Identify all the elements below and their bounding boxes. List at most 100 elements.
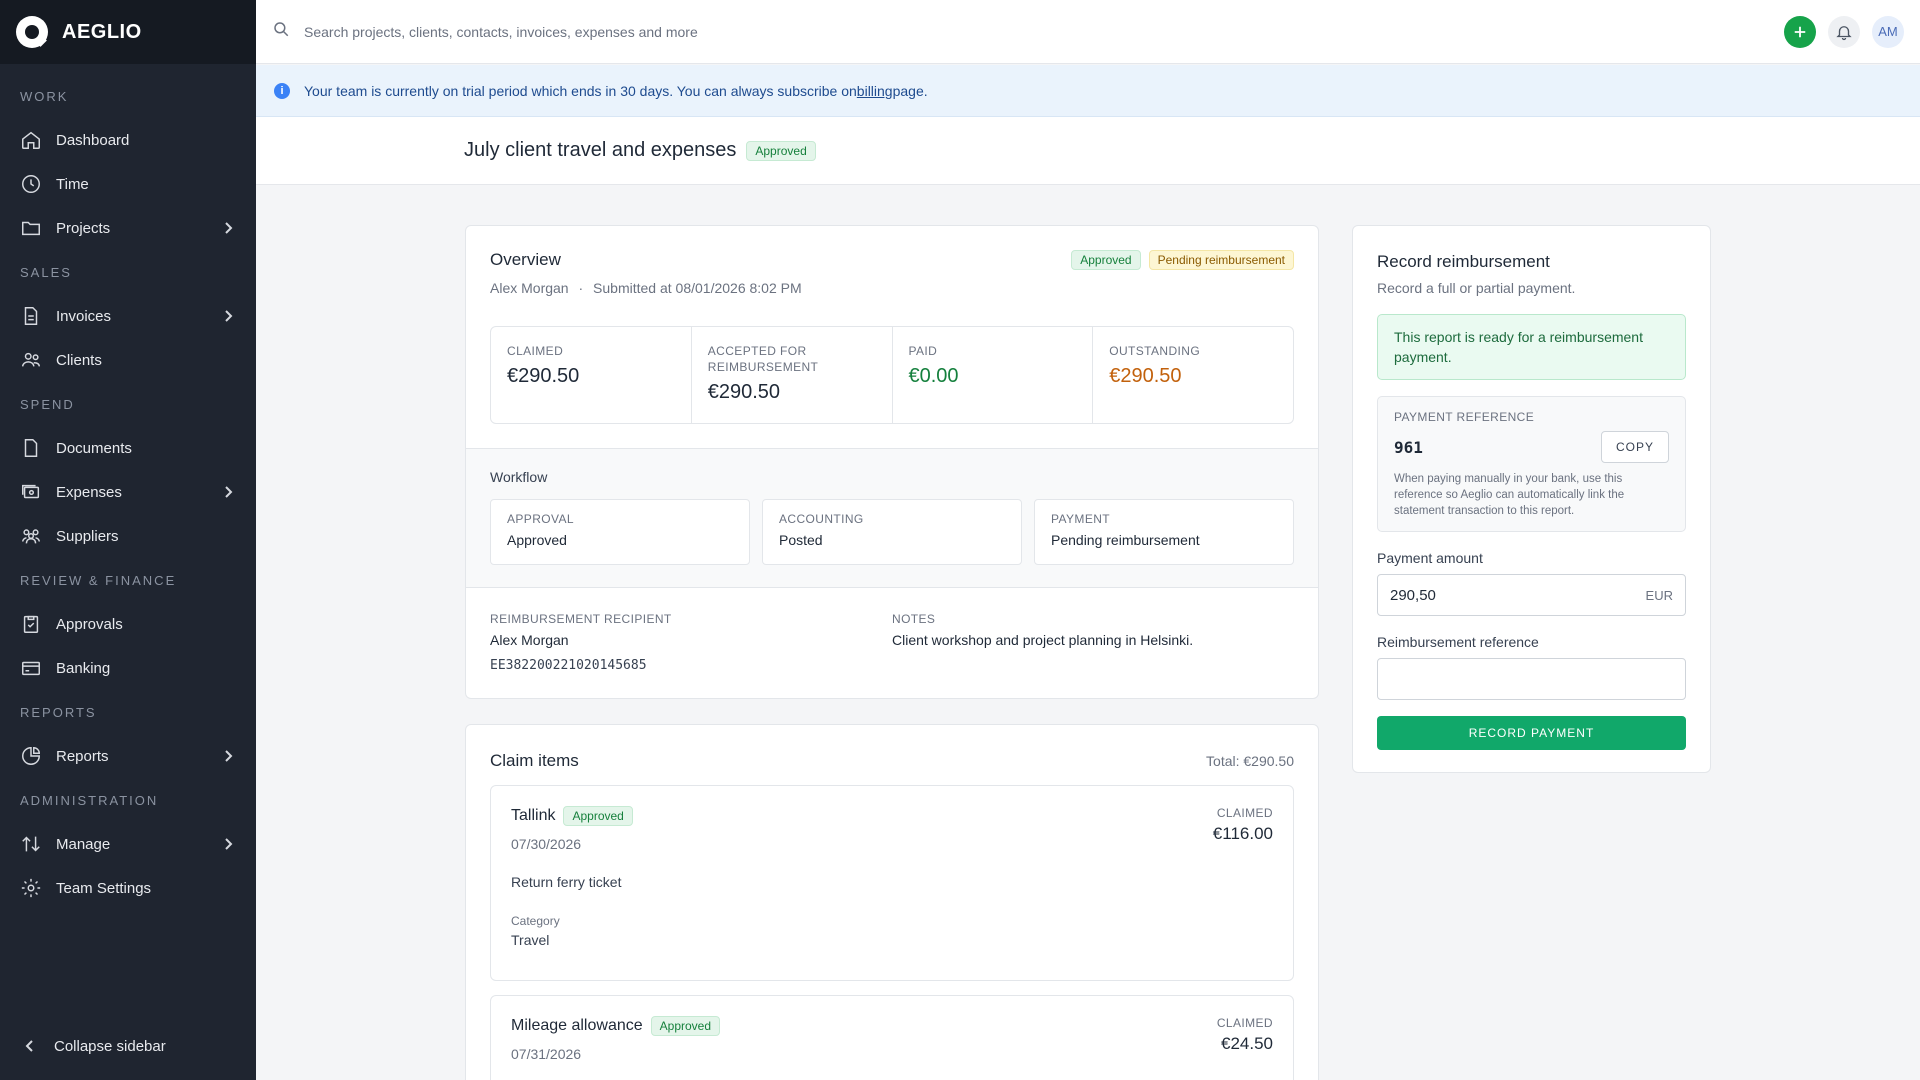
payment-reference-note: When paying manually in your bank, use t… <box>1394 473 1625 517</box>
workflow-step-value: Approved <box>507 532 567 548</box>
claim-date: 07/30/2026 <box>511 836 582 852</box>
top-actions: AM <box>1784 15 1904 48</box>
claim-items-card: Claim items Total: €290.50 Tallink Appro… <box>465 724 1319 1080</box>
stat-paid: Paid €0.00 <box>893 327 1094 423</box>
avatar[interactable]: AM <box>1872 15 1904 48</box>
arrows-icon <box>20 833 42 855</box>
claim-amount-label: CLAIMED <box>1216 806 1273 820</box>
sidebar-item-team-settings[interactable]: Team Settings <box>0 866 256 910</box>
sidebar-item-projects[interactable]: Projects <box>0 206 256 250</box>
billing-link[interactable]: billing <box>857 83 893 99</box>
stat-label: Paid <box>908 344 938 358</box>
notifications-button[interactable] <box>1828 15 1860 48</box>
trial-banner: i Your team is currently on trial period… <box>256 65 1920 117</box>
stat-claimed: Claimed €290.50 <box>491 327 692 423</box>
status-badge: Approved <box>746 140 816 161</box>
brand[interactable]: AEGLIO <box>0 0 256 64</box>
claim-status-badge: Approved <box>650 1016 721 1036</box>
recipient-iban: EE382200221020145685 <box>490 658 647 673</box>
sidebar-item-label: Invoices <box>56 307 112 325</box>
payment-reference-box: PAYMENT REFERENCE 961 COPY When paying m… <box>1377 396 1686 532</box>
overview-subline: Alex Morgan · Submitted at 08/01/2026 8:… <box>490 280 1294 296</box>
sidebar-item-clients[interactable]: Clients <box>0 338 256 382</box>
claims-title: Claim items <box>490 751 579 770</box>
collapse-sidebar-button[interactable]: Collapse sidebar <box>0 1024 256 1068</box>
stat-outstanding: Outstanding €290.50 <box>1093 327 1293 423</box>
claim-description: Return ferry ticket <box>511 874 622 890</box>
folder-icon <box>20 217 42 239</box>
claims-total: Total: €290.50 <box>1206 753 1294 769</box>
chevron-right-icon <box>220 836 236 852</box>
claim-category-label: Category <box>511 914 560 928</box>
sidebar-item-expenses[interactable]: Expenses <box>0 470 256 514</box>
chevron-right-icon <box>220 484 236 500</box>
nav-section-review: REVIEW & FINANCE <box>20 572 177 588</box>
workflow-title: Workflow <box>490 469 548 485</box>
copy-button[interactable]: COPY <box>1600 431 1669 463</box>
claim-name-row: Tallink Approved <box>511 806 1273 826</box>
sidebar-item-label: Documents <box>56 439 132 457</box>
home-icon <box>20 129 42 151</box>
notes-label: NOTES <box>892 612 936 626</box>
claim-amount-value: €24.50 <box>1221 1034 1273 1053</box>
bell-icon <box>1836 25 1852 40</box>
nav-section-spend: SPEND <box>20 396 75 412</box>
nav-section-reports: REPORTS <box>20 704 97 720</box>
payment-amount-input[interactable] <box>1390 586 1646 604</box>
claim-name: Mileage allowance <box>511 1017 643 1034</box>
claim-amount: CLAIMED €116.00 <box>1213 806 1273 844</box>
sidebar-item-banking[interactable]: Banking <box>0 646 256 690</box>
sidebar-item-manage[interactable]: Manage <box>0 822 256 866</box>
recipient-name: Alex Morgan <box>490 632 569 648</box>
sidebar-item-label: Clients <box>56 351 102 369</box>
recipient-section: REIMBURSEMENT RECIPIENT Alex Morgan EE38… <box>466 588 1318 697</box>
ready-message: This report is ready for a reimbursement… <box>1377 314 1686 380</box>
reimbursement-title: Record reimbursement <box>1377 252 1550 271</box>
document-icon <box>20 437 42 459</box>
sidebar-item-suppliers[interactable]: Suppliers <box>0 514 256 558</box>
invoice-icon <box>20 305 42 327</box>
brand-name: AEGLIO <box>62 20 142 43</box>
sidebar-item-time[interactable]: Time <box>0 162 256 206</box>
payment-amount-field-wrapper: EUR <box>1377 574 1686 616</box>
notes-column: NOTES Client workshop and project planni… <box>892 612 1294 673</box>
aeglio-logo-icon <box>16 16 48 48</box>
workflow-section: Workflow APPROVAL Approved ACCOUNTING Po… <box>466 448 1318 588</box>
overview-card: Overview Alex Morgan · Submitted at 08/0… <box>465 225 1319 699</box>
pie-chart-icon <box>20 745 42 767</box>
banner-text-after: page. <box>892 82 928 99</box>
sidebar-item-reports[interactable]: Reports <box>0 734 256 778</box>
stat-accepted: Accepted for reimbursement €290.50 <box>692 327 893 423</box>
workflow-step-value: Posted <box>779 532 823 548</box>
claim-amount-value: €116.00 <box>1212 824 1273 843</box>
workflow-step-label: PAYMENT <box>1051 512 1111 526</box>
workflow-step-approval: APPROVAL Approved <box>490 499 750 565</box>
chevron-right-icon <box>220 220 236 236</box>
chevron-right-icon <box>220 748 236 764</box>
sidebar-item-invoices[interactable]: Invoices <box>0 294 256 338</box>
record-payment-button[interactable]: RECORD PAYMENT <box>1377 716 1686 750</box>
reimbursement-reference-input[interactable] <box>1390 670 1673 688</box>
collapse-sidebar-label: Collapse sidebar <box>54 1037 166 1055</box>
sidebar: AEGLIO WORK Dashboard Time Projects SALE… <box>0 0 256 1080</box>
nav-section-work: WORK <box>20 88 69 104</box>
info-icon: i <box>274 82 290 99</box>
workflow-step-accounting: ACCOUNTING Posted <box>762 499 1022 565</box>
claim-item[interactable]: Mileage allowance Approved 07/31/2026 CL… <box>490 995 1294 1080</box>
payment-amount-label: Payment amount <box>1377 550 1483 566</box>
payment-reference-row: 961 COPY <box>1394 431 1669 463</box>
stat-label: Claimed <box>507 344 564 358</box>
record-reimbursement-card: Record reimbursement Record a full or pa… <box>1352 225 1711 773</box>
claim-amount: CLAIMED €24.50 <box>1217 1016 1273 1054</box>
sidebar-item-documents[interactable]: Documents <box>0 426 256 470</box>
claim-amount-label: CLAIMED <box>1216 1016 1273 1030</box>
stat-value: €290.50 <box>707 381 781 403</box>
sidebar-item-approvals[interactable]: Approvals <box>0 602 256 646</box>
sidebar-item-dashboard[interactable]: Dashboard <box>0 118 256 162</box>
claim-name: Tallink <box>511 807 556 824</box>
claim-item[interactable]: Tallink Approved 07/30/2026 Return ferry… <box>490 785 1294 981</box>
submitted-at: Submitted at 08/01/2026 8:02 PM <box>593 280 802 296</box>
submitter-name: Alex Morgan <box>490 280 569 296</box>
search-input[interactable] <box>304 23 1204 40</box>
create-new-button[interactable] <box>1784 15 1816 48</box>
